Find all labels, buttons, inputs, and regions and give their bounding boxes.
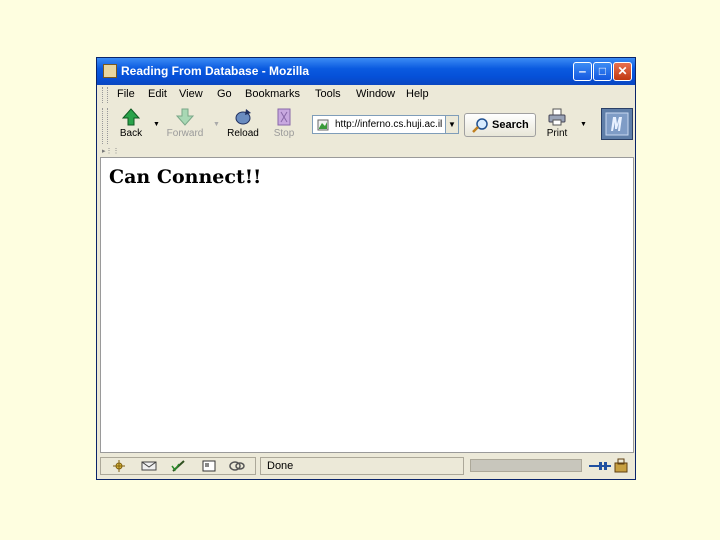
page-content: Can Connect!!: [100, 157, 634, 453]
close-icon: ✕: [617, 64, 628, 78]
stop-button[interactable]: Stop: [262, 108, 306, 144]
menu-edit[interactable]: Edit: [148, 88, 167, 100]
forward-arrow-icon: [175, 108, 195, 126]
status-text-panel: Done: [260, 457, 464, 475]
chat-icon[interactable]: [229, 460, 245, 472]
forward-button[interactable]: Forward: [163, 108, 207, 144]
print-label: Print: [546, 128, 568, 139]
print-dropdown-icon[interactable]: ▼: [580, 121, 587, 128]
printer-icon: [548, 108, 566, 126]
menu-help[interactable]: Help: [406, 88, 429, 100]
reload-label: Reload: [227, 128, 259, 139]
menubar-grip[interactable]: [102, 87, 108, 103]
menu-tools[interactable]: Tools: [315, 88, 341, 100]
reload-button[interactable]: Reload: [221, 108, 265, 144]
search-label: Search: [492, 119, 529, 131]
menu-file[interactable]: File: [117, 88, 135, 100]
stop-icon: [277, 108, 291, 126]
component-bar: [100, 457, 256, 475]
url-dropdown-icon: ▼: [448, 120, 456, 129]
page-icon: [317, 119, 329, 131]
maximize-icon: □: [598, 64, 607, 78]
minimize-icon: ‒: [579, 64, 586, 78]
mozilla-logo-icon: [605, 112, 629, 136]
url-field[interactable]: http://inferno.cs.huji.ac.il: [312, 115, 459, 134]
menu-go[interactable]: Go: [217, 88, 232, 100]
status-bar: Done: [100, 454, 634, 478]
app-icon: [103, 64, 117, 78]
back-button[interactable]: Back: [109, 108, 153, 144]
navigation-toolbar: Back ▼ Forward ▼ Reload Stop http://infe…: [100, 106, 633, 146]
window-title: Reading From Database - Mozilla: [121, 64, 310, 78]
menu-bar: File Edit View Go Bookmarks Tools Window…: [100, 85, 632, 105]
page-heading: Can Connect!!: [109, 166, 262, 188]
url-text[interactable]: http://inferno.cs.huji.ac.il: [335, 119, 457, 130]
progress-meter: [470, 459, 582, 472]
navigator-icon[interactable]: [111, 460, 127, 472]
menu-window[interactable]: Window: [356, 88, 395, 100]
menu-bookmarks[interactable]: Bookmarks: [245, 88, 300, 100]
composer-icon[interactable]: [171, 460, 187, 472]
maximize-button[interactable]: □: [593, 62, 612, 81]
browser-window: Reading From Database - Mozilla ‒ □ ✕ Fi…: [96, 57, 636, 480]
back-arrow-icon: [121, 108, 141, 126]
mozilla-throbber[interactable]: [601, 108, 633, 140]
forward-label: Forward: [166, 128, 204, 139]
sidebar-toggle-strip[interactable]: ▸⋮⋮: [100, 147, 632, 156]
search-button[interactable]: Search: [464, 113, 536, 137]
url-dropdown-button[interactable]: ▼: [445, 115, 459, 134]
mail-icon[interactable]: [141, 460, 157, 472]
sidebar-toggle-icon[interactable]: ▸⋮⋮: [102, 147, 120, 155]
close-button[interactable]: ✕: [613, 62, 632, 81]
status-text: Done: [267, 460, 294, 472]
online-status-icon[interactable]: [587, 458, 631, 474]
address-book-icon[interactable]: [201, 460, 217, 472]
reload-icon: [235, 109, 251, 125]
forward-dropdown-icon[interactable]: ▼: [213, 121, 220, 128]
print-button[interactable]: Print: [535, 108, 579, 144]
back-dropdown-icon[interactable]: ▼: [153, 121, 160, 128]
stop-label: Stop: [273, 128, 295, 139]
title-bar[interactable]: Reading From Database - Mozilla ‒ □ ✕: [97, 58, 635, 85]
back-label: Back: [119, 128, 143, 139]
minimize-button[interactable]: ‒: [573, 62, 592, 81]
toolbar-grip[interactable]: [102, 108, 108, 144]
search-icon: [472, 118, 488, 133]
menu-view[interactable]: View: [179, 88, 203, 100]
